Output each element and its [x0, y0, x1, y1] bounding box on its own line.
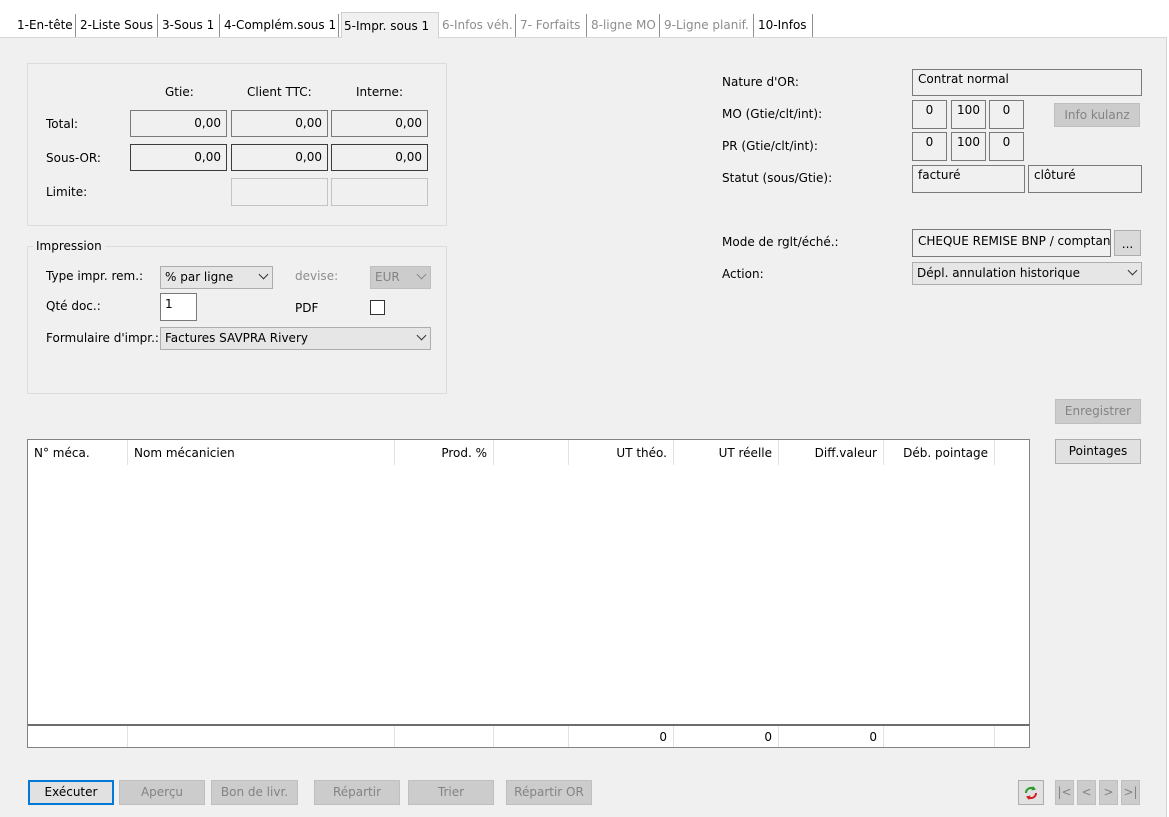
col-num-meca[interactable]: N° méca. [28, 440, 128, 465]
action-select[interactable]: Dépl. annulation historique [912, 262, 1142, 285]
executer-button[interactable]: Exécuter [28, 780, 114, 805]
pr-label: PR (Gtie/clt/int): [722, 139, 818, 153]
statut-label: Statut (sous/Gtie): [722, 171, 833, 185]
type-impr-value: % par ligne [165, 270, 234, 284]
nature-or-label: Nature d'OR: [722, 75, 799, 89]
qte-doc-input[interactable]: 1 [160, 293, 197, 321]
repartir-button[interactable]: Répartir [314, 780, 400, 805]
enregistrer-button[interactable]: Enregistrer [1055, 399, 1141, 424]
total-gtie-field: 0,00 [130, 110, 227, 137]
footer-cell [128, 726, 395, 747]
mo-clt-field: 100 [951, 100, 986, 129]
col-deb-pointage[interactable]: Déb. pointage [884, 440, 995, 465]
impression-title: Impression [33, 238, 105, 254]
mode-rglt-browse-button[interactable]: ... [1114, 230, 1141, 256]
grid-footer: 0 0 0 [27, 724, 1030, 748]
type-impr-select[interactable]: % par ligne [160, 266, 273, 289]
limite-client-field [231, 178, 328, 206]
nav-prev-button[interactable]: < [1077, 780, 1096, 805]
nav-first-button[interactable]: |< [1055, 780, 1074, 805]
totals-group: Gtie: Client TTC: Interne: Total: 0,00 0… [27, 63, 447, 226]
apercu-button[interactable]: Aperçu [119, 780, 205, 805]
col-ut-theo[interactable]: UT théo. [569, 440, 674, 465]
chevron-down-icon [416, 330, 427, 341]
mo-label: MO (Gtie/clt/int): [722, 107, 823, 121]
mode-rglt-label: Mode de rglt/éché.: [722, 235, 839, 249]
impression-group: Impression Type impr. rem.: % par ligne … [27, 238, 447, 394]
col-blank[interactable] [494, 440, 569, 465]
refresh-icon [1025, 786, 1037, 800]
mecanicien-grid[interactable]: N° méca. Nom mécanicien Prod. % UT théo.… [27, 439, 1030, 725]
statut-sous-field: facturé [912, 165, 1025, 193]
footer-diff-valeur-total: 0 [779, 726, 884, 747]
sousor-gtie-field: 0,00 [130, 144, 227, 171]
type-impr-label: Type impr. rem.: [46, 269, 144, 283]
footer-cell [28, 726, 128, 747]
devise-value: EUR [375, 270, 400, 284]
total-label: Total: [46, 117, 79, 131]
qte-doc-label: Qté doc.: [46, 299, 101, 313]
limite-label: Limite: [46, 185, 88, 199]
tab-en-tete[interactable]: 1-En-tête [15, 14, 76, 37]
tab-panel: Gtie: Client TTC: Interne: Total: 0,00 0… [0, 37, 1167, 817]
tab-bar: 1-En-tête 2-Liste Sous 3-Sous 1 4-Complé… [0, 0, 1169, 38]
mo-gtie-field: 0 [912, 100, 947, 129]
chevron-down-icon [1127, 265, 1138, 276]
nav-last-button[interactable]: >| [1121, 780, 1140, 805]
tab-liste-sous[interactable]: 2-Liste Sous [78, 14, 158, 37]
tab-impr-sous-1[interactable]: 5-Impr. sous 1 [341, 12, 439, 38]
nav-next-button[interactable]: > [1099, 780, 1118, 805]
total-interne-field: 0,00 [331, 110, 428, 137]
col-ut-reelle[interactable]: UT réelle [674, 440, 779, 465]
repartir-or-button[interactable]: Répartir OR [506, 780, 592, 805]
total-client-field: 0,00 [231, 110, 328, 137]
mo-int-field: 0 [989, 100, 1024, 129]
tab-sous-1[interactable]: 3-Sous 1 [160, 14, 220, 37]
sousor-interne-field: 0,00 [331, 144, 428, 171]
action-label: Action: [722, 267, 764, 281]
footer-cell [884, 726, 995, 747]
info-kulanz-button[interactable]: Info kulanz [1054, 103, 1140, 127]
trier-button[interactable]: Trier [408, 780, 494, 805]
tab-infos[interactable]: 10-Infos [756, 14, 813, 37]
pdf-label: PDF [295, 301, 319, 315]
sousor-label: Sous-OR: [46, 151, 101, 165]
chevron-down-icon [258, 269, 269, 280]
pr-gtie-field: 0 [912, 132, 947, 161]
tab-ligne-planif[interactable]: 9-Ligne planif. [662, 14, 754, 37]
col-client-header: Client TTC: [247, 85, 312, 99]
formulaire-select[interactable]: Factures SAVPRA Rivery [160, 327, 431, 350]
chevron-down-icon [416, 269, 427, 280]
tab-complem-sous-1[interactable]: 4-Complém.sous 1 [222, 14, 339, 37]
pointages-button[interactable]: Pointages [1055, 439, 1141, 464]
footer-ut-theo-total: 0 [569, 726, 674, 747]
bon-livr-button[interactable]: Bon de livr. [211, 780, 298, 805]
col-gtie-header: Gtie: [165, 85, 194, 99]
col-prod-pct[interactable]: Prod. % [395, 440, 494, 465]
pr-clt-field: 100 [951, 132, 986, 161]
pr-int-field: 0 [989, 132, 1024, 161]
col-interne-header: Interne: [356, 85, 403, 99]
limite-interne-field [331, 178, 428, 206]
tab-infos-veh[interactable]: 6-Infos véh. [440, 14, 516, 37]
refresh-button[interactable] [1018, 780, 1044, 805]
footer-cell [494, 726, 569, 747]
col-diff-valeur[interactable]: Diff.valeur [779, 440, 884, 465]
tab-forfaits[interactable]: 7- Forfaits [518, 14, 587, 37]
tab-ligne-mo[interactable]: 8-ligne MO [589, 14, 660, 37]
sousor-client-field: 0,00 [231, 144, 328, 171]
statut-gtie-field: clôturé [1028, 165, 1142, 193]
devise-label: devise: [295, 269, 339, 283]
formulaire-label: Formulaire d'impr.: [46, 331, 159, 345]
col-nom-mecanicien[interactable]: Nom mécanicien [128, 440, 395, 465]
mode-rglt-field: CHEQUE REMISE BNP / comptant [912, 229, 1111, 257]
pdf-checkbox[interactable] [370, 300, 385, 315]
footer-cell [395, 726, 494, 747]
nature-or-field: Contrat normal [912, 69, 1142, 96]
footer-ut-reelle-total: 0 [674, 726, 779, 747]
action-value: Dépl. annulation historique [917, 266, 1080, 280]
devise-select[interactable]: EUR [370, 266, 431, 289]
formulaire-value: Factures SAVPRA Rivery [165, 331, 308, 345]
